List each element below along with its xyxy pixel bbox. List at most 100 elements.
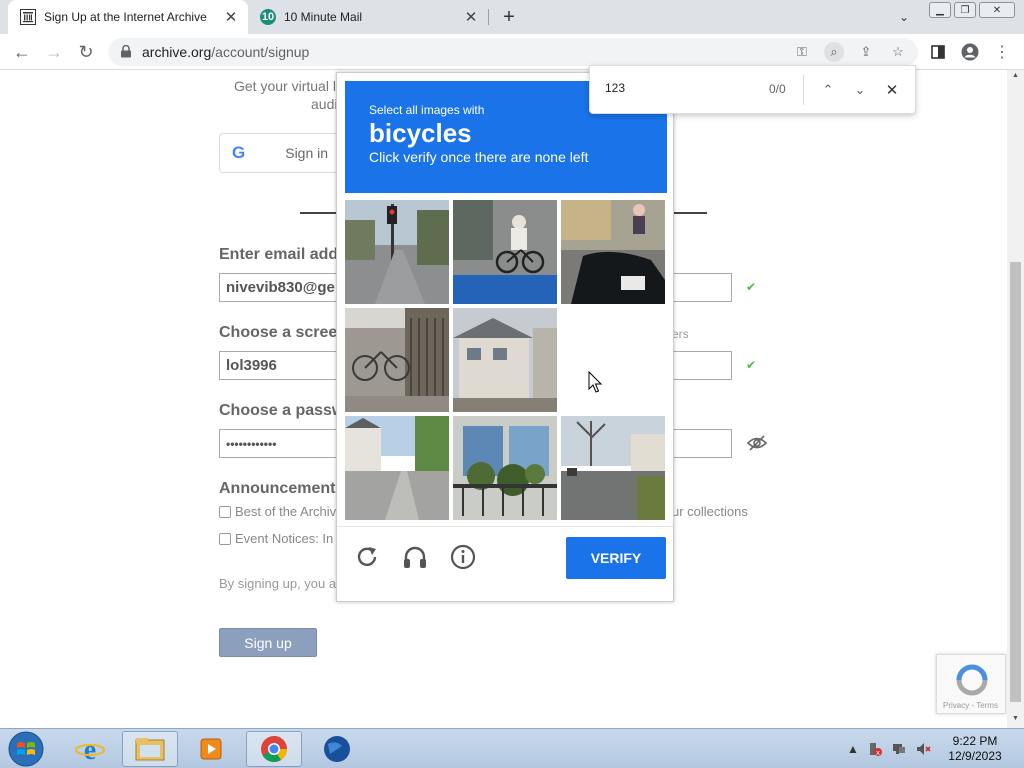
audio-challenge-headphones-icon[interactable] bbox=[401, 543, 429, 571]
sign-up-button[interactable]: Sign up bbox=[219, 628, 317, 657]
back-arrow-icon[interactable]: ← bbox=[10, 40, 34, 64]
find-input[interactable]: 123 bbox=[605, 81, 625, 95]
lock-icon bbox=[121, 45, 131, 58]
find-separator bbox=[803, 75, 804, 105]
mouse-cursor-icon bbox=[588, 371, 602, 393]
minimize-icon[interactable]: ▁ bbox=[929, 2, 951, 18]
captcha-tile-2[interactable] bbox=[453, 200, 557, 304]
checkbox[interactable] bbox=[219, 505, 231, 518]
tab-title: Sign Up at the Internet Archive bbox=[44, 10, 207, 24]
find-bar: 123 0/0 ⌃ ⌄ ✕ bbox=[589, 65, 916, 114]
email-label: Enter email add bbox=[219, 246, 339, 263]
captcha-image-grid bbox=[345, 200, 665, 520]
captcha-tile-6[interactable] bbox=[561, 308, 665, 412]
email-field[interactable]: nivevib830@ge bbox=[219, 273, 337, 302]
volume-muted-icon[interactable] bbox=[915, 741, 931, 757]
clock-date: 12/9/2023 bbox=[948, 749, 1002, 763]
password-field[interactable]: •••••••••••• bbox=[219, 429, 337, 458]
google-sign-in-button[interactable]: G Sign in bbox=[219, 133, 339, 173]
chevron-down-icon[interactable]: ⌄ bbox=[894, 7, 914, 27]
reload-icon[interactable]: ↻ bbox=[74, 40, 98, 64]
scroll-down-icon[interactable]: ▼ bbox=[1010, 715, 1021, 726]
checkbox-label: Best of the Archiv bbox=[235, 504, 337, 519]
captcha-tile-7[interactable] bbox=[345, 416, 449, 520]
10-minute-mail-icon: 10 bbox=[260, 9, 276, 25]
media-player-icon[interactable] bbox=[183, 731, 239, 767]
street-with-traffic-light-image bbox=[345, 200, 449, 304]
verify-button[interactable]: VERIFY bbox=[566, 537, 666, 579]
scrollbar-thumb[interactable] bbox=[1010, 262, 1021, 702]
taskbar-clock[interactable]: 9:22 PM 12/9/2023 bbox=[940, 734, 1010, 764]
address-bar[interactable]: archive.org/account/signup ⚿ ⌕ ⇪ ☆ bbox=[108, 38, 918, 66]
checkbox-best-of-archive[interactable]: Best of the Archiv bbox=[219, 504, 336, 519]
close-tab-icon[interactable]: ✕ bbox=[460, 6, 482, 28]
email-field-right[interactable] bbox=[672, 273, 732, 302]
recaptcha-badge[interactable]: Privacy - Terms bbox=[936, 654, 1006, 714]
scroll-up-icon[interactable]: ▲ bbox=[1010, 72, 1021, 83]
google-button-label: Sign in bbox=[285, 145, 329, 161]
find-result-count: 0/0 bbox=[769, 82, 786, 96]
legal-text: By signing up, you a bbox=[219, 576, 337, 591]
svg-text:x: x bbox=[876, 749, 880, 757]
network-icon[interactable] bbox=[891, 741, 907, 757]
intro-text-2: audi bbox=[311, 96, 338, 112]
hide-password-eye-icon[interactable] bbox=[746, 432, 768, 454]
password-field-right[interactable] bbox=[672, 429, 732, 458]
email-valid-check-icon: ✔ bbox=[746, 280, 757, 294]
close-tab-icon[interactable]: ✕ bbox=[220, 6, 242, 28]
star-icon[interactable]: ☆ bbox=[888, 42, 908, 62]
screenname-label: Choose a scree bbox=[219, 324, 338, 341]
captcha-tile-1[interactable] bbox=[345, 200, 449, 304]
tab-separator bbox=[488, 9, 489, 25]
checkbox[interactable] bbox=[219, 532, 231, 545]
screenname-valid-check-icon: ✔ bbox=[746, 358, 757, 372]
captcha-tile-8[interactable] bbox=[453, 416, 557, 520]
captcha-tile-4[interactable] bbox=[345, 308, 449, 412]
chrome-icon[interactable] bbox=[246, 731, 302, 767]
checkbox-label: Event Notices: In bbox=[235, 531, 334, 546]
screenname-field[interactable]: lol3996 bbox=[219, 351, 337, 380]
checkbox-label-tail: ur collections bbox=[672, 504, 748, 519]
intro-text: Get your virtual l bbox=[234, 78, 336, 94]
info-icon[interactable] bbox=[449, 543, 477, 571]
more-menu-icon[interactable]: ⋮ bbox=[990, 40, 1014, 64]
house-image bbox=[453, 308, 557, 412]
tab-internet-archive[interactable]: Sign Up at the Internet Archive ✕ bbox=[8, 0, 248, 34]
forward-arrow-icon[interactable]: → bbox=[42, 40, 66, 64]
new-tab-icon[interactable]: + bbox=[498, 6, 520, 28]
close-window-icon[interactable]: ✕ bbox=[979, 2, 1015, 18]
globe-app-icon[interactable] bbox=[309, 731, 365, 767]
recaptcha-terms[interactable]: Privacy - Terms bbox=[943, 701, 998, 710]
checkbox-event-notices[interactable]: Event Notices: In bbox=[219, 531, 333, 546]
find-in-page-icon[interactable]: ⌕ bbox=[824, 42, 844, 62]
url-host: archive.org bbox=[142, 44, 212, 60]
file-explorer-icon[interactable] bbox=[122, 731, 178, 767]
windows-start-icon[interactable] bbox=[6, 730, 46, 768]
page-scrollbar[interactable]: ▲ ▼ bbox=[1007, 70, 1024, 728]
action-center-icon[interactable]: x bbox=[867, 741, 883, 757]
tab-title: 10 Minute Mail bbox=[284, 10, 363, 24]
chevron-up-icon[interactable]: ⌃ bbox=[817, 79, 839, 101]
car-rear-image bbox=[561, 200, 665, 304]
restore-icon[interactable]: ❐ bbox=[954, 2, 976, 18]
reload-challenge-icon[interactable] bbox=[353, 543, 381, 571]
captcha-tile-9[interactable] bbox=[561, 416, 665, 520]
announcements-label: Announcement bbox=[219, 480, 336, 497]
close-find-icon[interactable]: ✕ bbox=[881, 79, 903, 101]
key-icon[interactable]: ⚿ bbox=[792, 42, 812, 62]
divider-right bbox=[672, 212, 707, 214]
profile-avatar-icon[interactable] bbox=[958, 40, 982, 64]
windows-taskbar: e ▲ x 9:22 PM 12/9/2023 bbox=[0, 728, 1024, 768]
captcha-tile-3[interactable] bbox=[561, 200, 665, 304]
internet-explorer-icon[interactable]: e bbox=[62, 731, 118, 767]
screenname-field-right[interactable] bbox=[672, 351, 732, 380]
chevron-down-icon[interactable]: ⌄ bbox=[849, 79, 871, 101]
share-icon[interactable]: ⇪ bbox=[856, 42, 876, 62]
tab-10-minute-mail[interactable]: 10 10 Minute Mail ✕ bbox=[252, 0, 488, 34]
show-hidden-icons-icon[interactable]: ▲ bbox=[845, 741, 861, 757]
internet-archive-icon bbox=[20, 9, 36, 25]
captcha-tile-5[interactable] bbox=[453, 308, 557, 412]
divider-left bbox=[300, 212, 336, 214]
password-label: Choose a passw bbox=[219, 402, 345, 419]
side-panel-icon[interactable] bbox=[926, 40, 950, 64]
